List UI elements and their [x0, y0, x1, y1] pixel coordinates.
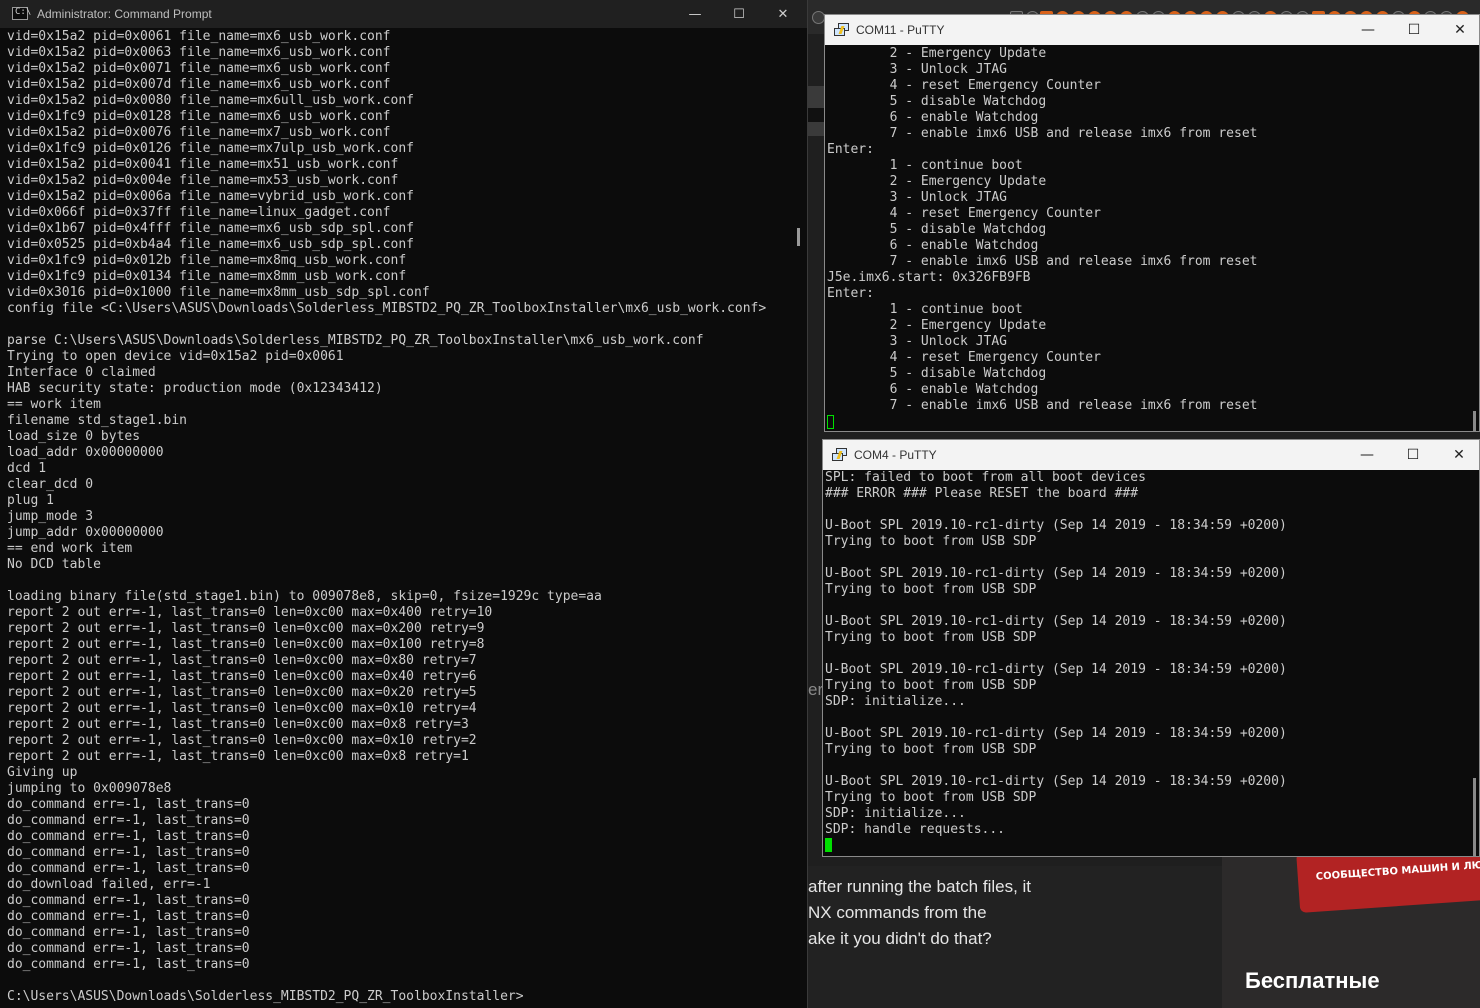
- ad-banner-text: СООБЩЕСТВО МАШИН И ЛЮДЕЙ: [1315, 858, 1480, 883]
- close-button[interactable]: ✕: [1436, 440, 1480, 470]
- forum-post: after running the batch files, it NX com…: [808, 866, 1228, 1008]
- terminal-output[interactable]: vid=0x15a2 pid=0x0061 file_name=mx6_usb_…: [0, 28, 807, 1008]
- window-title: Administrator: Command Prompt: [37, 7, 212, 21]
- terminal-cursor: [825, 838, 832, 852]
- putty-titlebar[interactable]: COM4 - PuTTY — ☐ ✕: [823, 440, 1479, 470]
- forum-post-text: NX commands from the: [808, 903, 987, 922]
- advertisement[interactable]: СООБЩЕСТВО МАШИН И ЛЮДЕЙ Бесплатные: [1222, 856, 1480, 1008]
- putty-window-com4[interactable]: COM4 - PuTTY — ☐ ✕ SPL: failed to boot f…: [822, 439, 1480, 857]
- ad-title: Бесплатные: [1245, 968, 1380, 993]
- putty-titlebar[interactable]: COM11 - PuTTY — ☐ ✕: [825, 15, 1479, 45]
- close-button[interactable]: ✕: [1437, 15, 1480, 45]
- cmd-titlebar[interactable]: C:\ Administrator: Command Prompt — ☐ ✕: [0, 0, 807, 28]
- minimize-button[interactable]: —: [672, 0, 718, 28]
- minimize-button[interactable]: —: [1345, 15, 1391, 45]
- command-prompt-window[interactable]: C:\ Administrator: Command Prompt — ☐ ✕ …: [0, 0, 808, 1008]
- scrollbar-thumb[interactable]: [1473, 778, 1476, 856]
- page-text-fragment: er: [808, 680, 824, 699]
- window-title: COM4 - PuTTY: [854, 448, 937, 462]
- terminal-output[interactable]: 2 - Emergency Update 3 - Unlock JTAG 4 -…: [825, 45, 1479, 431]
- com4-output-text: SPL: failed to boot from all boot device…: [825, 470, 1287, 837]
- scrollbar-thumb[interactable]: [1473, 411, 1476, 431]
- maximize-button[interactable]: ☐: [716, 0, 762, 28]
- close-button[interactable]: ✕: [760, 0, 806, 28]
- ad-banner: СООБЩЕСТВО МАШИН И ЛЮДЕЙ: [1296, 856, 1480, 913]
- window-title: COM11 - PuTTY: [856, 23, 945, 37]
- com11-output-text: 2 - Emergency Update 3 - Unlock JTAG 4 -…: [827, 46, 1258, 413]
- minimize-button[interactable]: —: [1344, 440, 1390, 470]
- putty-icon: [834, 23, 850, 37]
- forum-post-text: after running the batch files, it: [808, 877, 1032, 896]
- cmd-prompt-icon: C:\: [12, 7, 31, 20]
- terminal-output[interactable]: SPL: failed to boot from all boot device…: [823, 470, 1479, 856]
- putty-window-com11[interactable]: COM11 - PuTTY — ☐ ✕ 2 - Emergency Update…: [824, 14, 1480, 432]
- putty-icon: [832, 448, 848, 462]
- maximize-button[interactable]: ☐: [1390, 440, 1436, 470]
- forum-post-text: ake it you didn't do that?: [808, 929, 992, 948]
- terminal-cursor: [827, 415, 834, 429]
- scrollbar-thumb[interactable]: [797, 228, 800, 246]
- cmd-output-text: vid=0x15a2 pid=0x0061 file_name=mx6_usb_…: [7, 29, 767, 1004]
- maximize-button[interactable]: ☐: [1391, 15, 1437, 45]
- page-sidebar-fragment: [808, 108, 824, 122]
